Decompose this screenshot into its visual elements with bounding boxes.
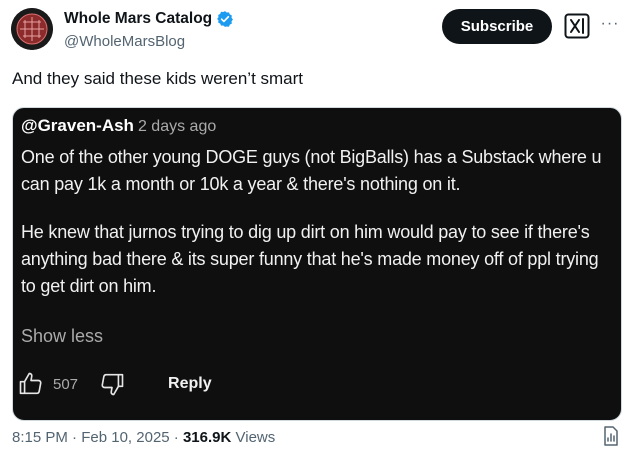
views-label: Views [235,429,276,446]
thumbs-up-icon [19,372,42,395]
views-count: 316.9K [182,429,232,446]
grok-button[interactable] [562,11,592,41]
media-screenshot[interactable]: @Graven-Ash 2 days ago One of the other y… [12,107,622,421]
comment-username: @Graven-Ash [21,116,134,135]
tweet-metadata: 8:15 PM · Feb 10, 2025 · 316.9K Views [12,429,275,446]
subscribe-button[interactable]: Subscribe [442,9,552,44]
show-less-link: Show less [21,326,104,346]
separator-dot: · [169,429,183,446]
avatar[interactable] [11,8,53,50]
thumbs-down-icon [101,373,124,396]
author-display-name[interactable]: Whole Mars Catalog [64,10,212,28]
grok-icon [564,13,590,39]
tweet-date[interactable]: Feb 10, 2025 [81,429,169,446]
author-handle[interactable]: @WholeMarsBlog [64,33,185,50]
comment-time: 2 days ago [137,118,217,135]
like-count: 507 [53,375,79,393]
comment-paragraph: One of the other young DOGE guys (not Bi… [21,147,602,194]
tweet-text: And they said these kids weren’t smart [12,69,304,88]
separator-dot: · [67,429,82,446]
author-name-row: Whole Mars Catalog [64,10,234,28]
comment-actions: 507 Reply [17,369,212,399]
post-analytics-button[interactable] [602,426,620,446]
analytics-icon [604,426,618,446]
verified-badge-icon[interactable] [216,10,234,28]
tweet-time[interactable]: 8:15 PM [12,429,68,446]
reply-label: Reply [168,375,212,392]
more-icon[interactable]: ··· [600,16,620,32]
comment-paragraph: He knew that jurnos trying to dig up dir… [21,222,599,296]
avatar-logo-icon [11,8,53,50]
comment-header: @Graven-Ash 2 days ago [21,116,216,136]
comment-body: One of the other young DOGE guys (not Bi… [21,144,617,300]
